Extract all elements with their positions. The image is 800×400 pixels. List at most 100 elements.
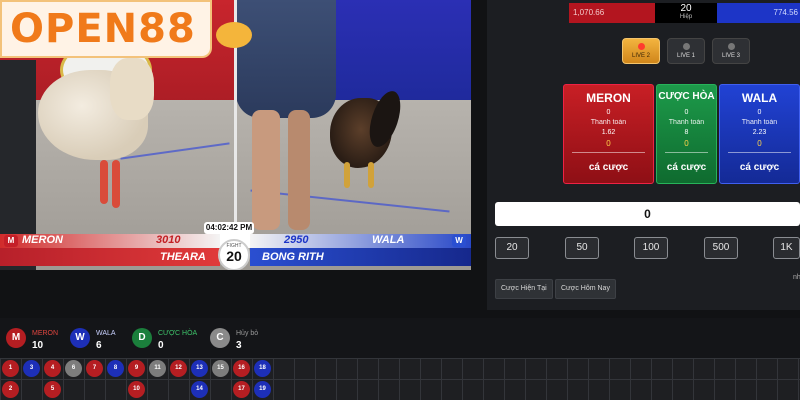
- wala-bet-card[interactable]: WALA 0 Thanh toán 2.23 0 cá cược: [719, 84, 800, 184]
- chip-20-button[interactable]: 20: [495, 237, 529, 259]
- roadmap-bead: 4: [44, 360, 61, 377]
- stat-draw-count: 0: [158, 340, 164, 351]
- draw-odds: 8: [684, 129, 689, 136]
- stat-cancelled-circle: C: [210, 328, 230, 348]
- roadmap-bead: 16: [233, 360, 250, 377]
- card-divider: [728, 152, 791, 153]
- roadmap-bead: 9: [128, 360, 145, 377]
- live-3-button[interactable]: LIVE 3: [712, 38, 750, 64]
- brand-logo-text: OPEN88: [10, 6, 196, 52]
- meron-bet-card[interactable]: MERON 0 Thanh toán 1.62 0 cá cược: [563, 84, 654, 184]
- draw-bet-card[interactable]: CƯỢC HÒA 0 Thanh toán 8 0 cá cược: [656, 84, 717, 184]
- truncated-label: nh: [793, 274, 800, 281]
- meron-bet-count: 0: [606, 109, 611, 116]
- handler-leg: [252, 110, 280, 230]
- stream-clock: 04:02:42 PM: [204, 222, 254, 234]
- live-1-button[interactable]: LIVE 1: [667, 38, 705, 64]
- stat-cancelled-count: 3: [236, 340, 242, 351]
- round-number: 20: [680, 3, 692, 14]
- roadmap-bead: 12: [170, 360, 187, 377]
- roadmap-bead: 2: [2, 381, 19, 398]
- meron-score: 3010: [156, 234, 181, 246]
- handler-figure: [236, 0, 336, 118]
- stat-meron-count: 10: [32, 340, 44, 351]
- wala-owner: BONG RITH: [262, 251, 324, 263]
- dark-rooster-leg: [368, 162, 374, 188]
- meron-bet-amount: 0: [606, 139, 611, 148]
- roadmap-bead: 7: [86, 360, 103, 377]
- wala-card-title: WALA: [741, 91, 778, 105]
- draw-bet-count: 0: [684, 109, 689, 116]
- live-1-label: LIVE 1: [676, 53, 695, 59]
- stat-meron-circle: M: [6, 328, 26, 348]
- roadmap-bead: 18: [254, 360, 271, 377]
- stat-cancelled-name: Hủy bỏ: [236, 330, 259, 337]
- result-summary: M MERON 10 W WALA 6 D CƯỢC HÒA 0 C Hủy b…: [0, 318, 800, 358]
- handler-leg: [288, 110, 310, 230]
- draw-payout-label: Thanh toán: [668, 119, 705, 126]
- round-label: Hiệp: [679, 14, 693, 20]
- roadmap-bead: 8: [107, 360, 124, 377]
- live-dot-icon: [637, 43, 645, 50]
- tab-today-bets[interactable]: Cược Hôm Nay: [555, 279, 616, 299]
- roadmap-bead: 17: [233, 381, 250, 398]
- fight-number-badge: FIGHT 20: [218, 239, 250, 270]
- stat-draw-circle: D: [132, 328, 152, 348]
- roadmap-bead: 19: [254, 381, 271, 398]
- draw-bet-button[interactable]: cá cược: [667, 162, 706, 173]
- wala-total: 774.56: [717, 3, 800, 23]
- stat-wala-circle: W: [70, 328, 90, 348]
- live-2-label: LIVE 2: [631, 53, 650, 59]
- wala-badge: W: [452, 235, 466, 247]
- white-rooster-leg: [100, 160, 108, 204]
- stat-meron-name: MERON: [32, 330, 59, 337]
- stat-wala-count: 6: [96, 340, 102, 351]
- stat-draw-name: CƯỢC HÒA: [158, 330, 198, 337]
- draw-card-title: CƯỢC HÒA: [658, 91, 715, 102]
- draw-bet-amount: 0: [684, 139, 689, 148]
- wala-bet-count: 0: [757, 109, 762, 116]
- roadmap-bead: 11: [149, 360, 166, 377]
- live-3-label: LIVE 3: [721, 53, 740, 59]
- meron-total: 1,070.66: [569, 3, 655, 23]
- brand-logo[interactable]: OPEN88: [0, 0, 212, 58]
- logo-badge-icon: [216, 22, 252, 48]
- meron-owner: THEARA: [160, 251, 206, 263]
- meron-card-title: MERON: [586, 91, 631, 105]
- fight-number: 20: [226, 248, 242, 264]
- round-totals-bar: 1,070.66 20 Hiệp 774.56: [569, 3, 800, 23]
- bet-amount-input[interactable]: 0: [495, 202, 800, 226]
- betting-panel: 1,070.66 20 Hiệp 774.56 LIVE 2 LIVE 1 LI…: [487, 0, 800, 310]
- chip-100-button[interactable]: 100: [634, 237, 668, 259]
- tab-current-bets[interactable]: Cược Hiện Tại: [495, 279, 553, 299]
- stat-wala-name: WALA: [96, 330, 116, 337]
- chip-50-button[interactable]: 50: [565, 237, 599, 259]
- roadmap-bead: 1: [2, 360, 19, 377]
- live-2-button[interactable]: LIVE 2: [622, 38, 660, 64]
- meron-odds: 1.62: [601, 129, 616, 136]
- fight-scoreboard: 04:02:42 PM M W MERON 3010 2950 WALA THE…: [0, 218, 471, 270]
- wala-bet-amount: 0: [757, 139, 762, 148]
- roadmap-bead: 5: [44, 381, 61, 398]
- chip-500-button[interactable]: 500: [704, 237, 738, 259]
- white-rooster-leg: [112, 160, 120, 208]
- meron-bet-button[interactable]: cá cược: [589, 162, 628, 173]
- roadmap-bead: 10: [128, 381, 145, 398]
- roadmap-bead: 13: [191, 360, 208, 377]
- meron-payout-label: Thanh toán: [590, 119, 627, 126]
- card-divider: [572, 152, 645, 153]
- wala-label: WALA: [372, 234, 405, 246]
- wala-score: 2950: [284, 234, 309, 246]
- roadmap-bead: 3: [23, 360, 40, 377]
- dark-rooster-leg: [344, 162, 350, 188]
- roadmap-bead: 15: [212, 360, 229, 377]
- card-divider: [665, 152, 708, 153]
- wala-bet-button[interactable]: cá cược: [740, 162, 779, 173]
- roadmap-bead: 14: [191, 381, 208, 398]
- live-dot-icon: [682, 43, 690, 50]
- meron-label: MERON: [22, 234, 63, 246]
- wala-payout-label: Thanh toán: [741, 119, 778, 126]
- chip-1k-button[interactable]: 1K: [773, 237, 800, 259]
- round-indicator: 20 Hiệp: [655, 3, 717, 23]
- roadmap-bead: 6: [65, 360, 82, 377]
